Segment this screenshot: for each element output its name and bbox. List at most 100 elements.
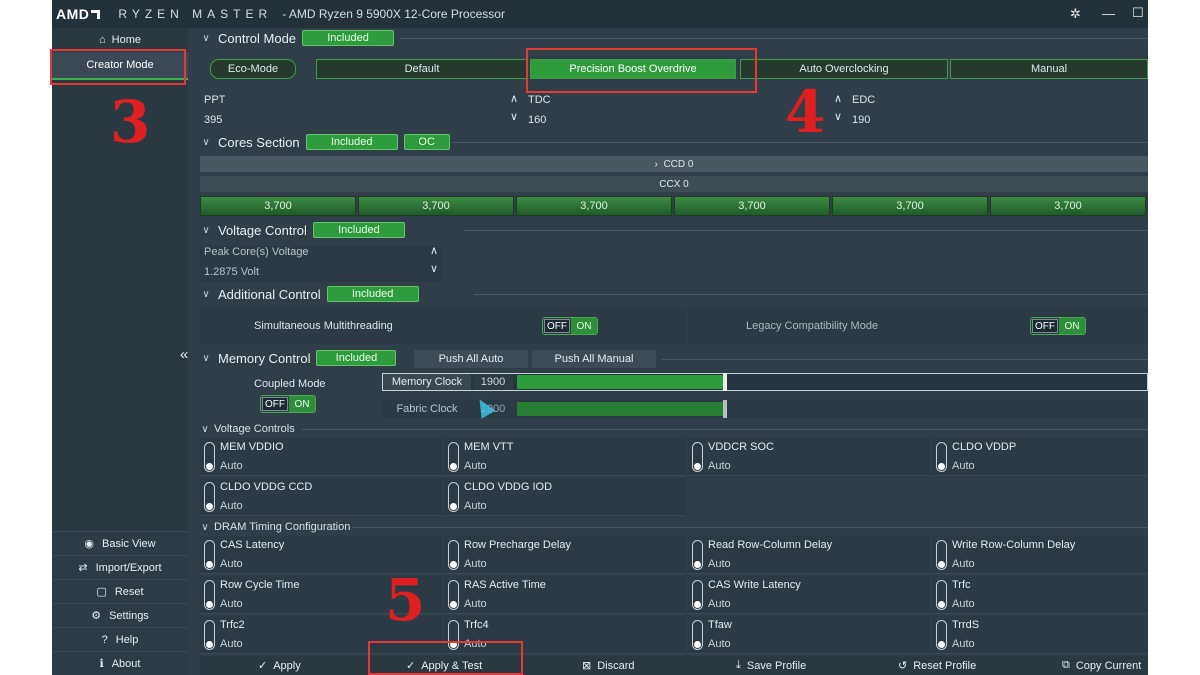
toggle-switch[interactable] [936,580,947,610]
reset-profile-button[interactable]: ↺ Reset Profile [898,659,976,673]
chevron-down-icon: ∨ [202,352,210,364]
included-badge[interactable]: Included [316,350,397,366]
sidebar-item-settings[interactable]: ⚙ Settings [52,603,188,627]
toggle-switch[interactable] [692,442,703,472]
setting-card[interactable]: Read Row-Column Delay Auto [688,536,930,574]
slider-handle[interactable] [723,373,727,391]
ppt-field[interactable]: PPT 395 ∧ ∨ [200,92,522,130]
mode-auto-overclocking[interactable]: Auto Overclocking [740,59,948,79]
maximize-icon[interactable]: ☐ [1132,5,1144,21]
sidebar-item-help[interactable]: ? Help [52,627,188,651]
memory-control-header[interactable]: ∨ Memory Control Included [200,348,397,368]
copy-current-button[interactable]: ⧉ Copy Current [1062,659,1141,672]
control-mode-header[interactable]: ∨ Control Mode Included [200,28,395,48]
toggle-switch[interactable] [448,442,459,472]
apply-button[interactable]: ✓ Apply [258,659,301,673]
setting-card[interactable]: MEM VDDIO Auto [200,438,442,476]
minimize-icon[interactable]: — [1102,6,1115,21]
core-frequency[interactable]: 3,700 [990,196,1146,216]
chevron-down-icon[interactable]: ∨ [510,110,518,123]
eco-mode-button[interactable]: Eco-Mode [210,59,296,79]
setting-card[interactable]: Trfc Auto [932,576,1148,614]
discard-button[interactable]: ⊠ Discard [582,659,635,673]
toggle-switch[interactable] [204,620,215,650]
save-icon: ⤓ [736,659,741,671]
slider-handle[interactable] [723,400,727,418]
peak-core-voltage-field[interactable]: Peak Core(s) Voltage 1.2875 Volt ∧ ∨ [200,244,442,282]
setting-card[interactable]: RAS Active Time Auto [444,576,686,614]
cores-section-header[interactable]: ∨ Cores Section Included OC [200,132,450,152]
setting-card[interactable]: VDDCR SOC Auto [688,438,930,476]
discard-icon: ⊠ [582,660,592,672]
legacy-toggle[interactable]: OFF ON [1030,317,1086,335]
voltage-controls-header[interactable]: ∨ Voltage Controls [200,422,294,436]
core-frequency[interactable]: 3,700 [674,196,830,216]
chevron-up-icon[interactable]: ∧ [510,92,518,105]
sidebar-item-import-export[interactable]: ⇄ Import/Export [52,555,188,579]
mode-manual[interactable]: Manual [950,59,1148,79]
core-frequency[interactable]: 3,700 [200,196,356,216]
bug-icon[interactable]: ✲ [1070,6,1081,22]
setting-card[interactable]: Row Precharge Delay Auto [444,536,686,574]
sidebar-item-about[interactable]: ℹ About [52,651,188,675]
toggle-switch[interactable] [692,540,703,570]
collapse-sidebar-icon[interactable]: « [180,346,188,363]
push-all-manual-button[interactable]: Push All Manual [532,350,656,368]
toggle-switch[interactable] [204,482,215,512]
toggle-switch[interactable] [204,540,215,570]
oc-badge[interactable]: OC [403,134,450,150]
chevron-up-icon[interactable]: ∧ [430,244,438,257]
setting-name: CLDO VDDP [952,441,1017,453]
setting-card[interactable]: CLDO VDDG CCD Auto [200,478,442,516]
voltage-control-header[interactable]: ∨ Voltage Control Included [200,220,405,240]
gear-icon: ⚙ [91,610,102,622]
toggle-switch[interactable] [692,580,703,610]
sidebar-item-reset[interactable]: ▢ Reset [52,579,188,603]
chevron-up-icon[interactable]: ∧ [834,92,842,105]
core-frequency[interactable]: 3,700 [516,196,672,216]
push-all-auto-button[interactable]: Push All Auto [414,350,528,368]
core-frequency[interactable]: 3,700 [832,196,988,216]
toggle-switch[interactable] [448,580,459,610]
edc-field[interactable]: EDC 190 [848,94,1148,130]
additional-control-header[interactable]: ∨ Additional Control Included [200,284,419,304]
chevron-down-icon: ∨ [202,136,210,148]
toggle-switch[interactable] [448,540,459,570]
toggle-switch[interactable] [204,580,215,610]
smt-label: Simultaneous Multithreading [254,320,393,332]
fabric-clock-slider[interactable]: Fabric Clock 1900 [382,400,1148,418]
smt-toggle[interactable]: OFF ON [542,317,598,335]
included-badge[interactable]: Included [326,286,419,302]
toggle-switch[interactable] [936,442,947,472]
setting-name: Row Precharge Delay [464,539,571,551]
reset-icon: ↺ [898,660,908,672]
included-badge[interactable]: Included [305,134,398,150]
toggle-switch[interactable] [448,482,459,512]
setting-card[interactable]: CAS Write Latency Auto [688,576,930,614]
included-badge[interactable]: Included [312,222,405,238]
coupled-mode-label: Coupled Mode [254,378,326,390]
annotation-box-pbo [526,48,757,93]
memory-clock-slider[interactable]: Memory Clock 1900 [382,373,1148,391]
ccd-header[interactable]: › CCD 0 [200,156,1148,172]
setting-card[interactable]: CLDO VDDP Auto [932,438,1148,476]
save-profile-button[interactable]: ⤓ Save Profile [736,659,806,672]
chevron-down-icon[interactable]: ∨ [834,110,842,123]
toggle-switch[interactable] [692,620,703,650]
dram-timing-header[interactable]: ∨ DRAM Timing Configuration [200,520,350,534]
toggle-switch[interactable] [936,620,947,650]
mode-default[interactable]: Default [316,59,528,79]
included-badge[interactable]: Included [302,30,395,46]
sidebar-item-basic-view[interactable]: ◉ Basic View [52,531,188,555]
setting-card[interactable]: TrrdS Auto [932,616,1148,654]
setting-card[interactable]: Tfaw Auto [688,616,930,654]
setting-card[interactable]: CLDO VDDG IOD Auto [444,478,686,516]
core-frequency[interactable]: 3,700 [358,196,514,216]
chevron-down-icon[interactable]: ∨ [430,262,438,275]
setting-card[interactable]: Write Row-Column Delay Auto [932,536,1148,574]
toggle-switch[interactable] [204,442,215,472]
setting-card[interactable]: MEM VTT Auto [444,438,686,476]
toggle-switch[interactable] [936,540,947,570]
coupled-mode-toggle[interactable]: OFF ON [260,395,316,413]
chevron-right-icon: › [654,158,664,170]
